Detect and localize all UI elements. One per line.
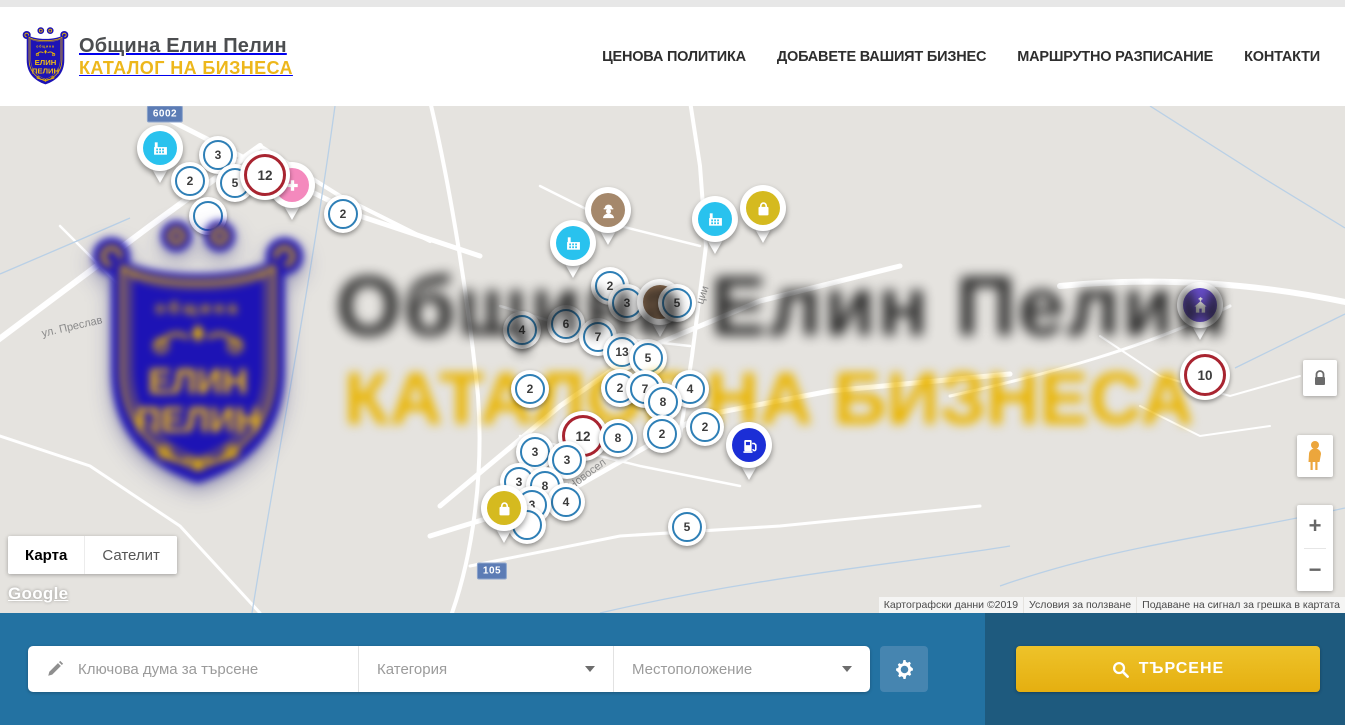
pin-head [726, 422, 772, 468]
cluster-count: 2 [647, 419, 677, 449]
cluster-count: 8 [603, 423, 633, 453]
site-title: Община Елин Пелин [79, 35, 293, 58]
location-select[interactable]: Местоположение [613, 646, 870, 692]
fuel-icon [740, 436, 759, 455]
advanced-settings-button[interactable] [880, 646, 928, 692]
category-select[interactable]: Категория [358, 646, 613, 692]
cluster-marker[interactable]: 10 [1180, 350, 1230, 400]
map-lock-button[interactable] [1303, 360, 1337, 396]
map-type-satellite-button[interactable]: Сателит [84, 536, 177, 574]
pin-head [481, 485, 527, 531]
zoom-out-button[interactable]: − [1297, 548, 1333, 591]
pin-tail [741, 466, 757, 480]
cluster-count: 3 [520, 437, 550, 467]
search-icon [1112, 661, 1129, 678]
pin-tail [496, 529, 512, 543]
nav-item-contacts[interactable]: КОНТАКТИ [1244, 49, 1320, 65]
nav-item-pricing[interactable]: ЦЕНОВА ПОЛИТИКА [602, 49, 746, 65]
pin-marker-bag[interactable] [481, 485, 527, 543]
map-viewport[interactable]: 6002105 ул. Преславбул. „Новоселции 3251… [0, 106, 1345, 613]
search-bar: Категория Местоположение ТЪРСЕНЕ [0, 613, 1345, 725]
chevron-down-icon [842, 666, 852, 672]
page: община ЕЛИН ПЕЛИН Община Елин Пелин КАТА… [0, 0, 1345, 725]
cluster-marker[interactable]: 5 [668, 508, 706, 546]
page-top-strip [0, 0, 1345, 7]
cluster-marker[interactable]: 2 [511, 370, 549, 408]
main-nav: ЦЕНОВА ПОЛИТИКА ДОБАВЕТЕ ВАШИЯТ БИЗНЕС М… [602, 49, 1320, 65]
street-view-pegman-button[interactable] [1297, 435, 1333, 477]
cluster-count: 8 [648, 387, 678, 417]
pegman-icon [1304, 440, 1326, 472]
attribution-terms-link[interactable]: Условия за ползване [1024, 597, 1136, 613]
zoom-in-button[interactable]: + [1297, 505, 1333, 548]
map-attribution: Картографски данни ©2019 Условия за полз… [879, 597, 1345, 613]
attribution-copyright: Картографски данни ©2019 [879, 597, 1023, 613]
cluster-count: 10 [1184, 354, 1226, 396]
category-select-value: Категория [377, 661, 585, 678]
keyword-segment [28, 646, 358, 692]
cluster-count: 5 [672, 512, 702, 542]
cluster-count: 2 [515, 374, 545, 404]
site-logo-link[interactable]: Община Елин Пелин КАТАЛОГ НА БИЗНЕСА [22, 26, 293, 87]
lock-icon [1312, 369, 1328, 387]
keyword-search-input[interactable] [76, 660, 358, 679]
zoom-control: + − [1297, 505, 1333, 591]
header: Община Елин Пелин КАТАЛОГ НА БИЗНЕСА ЦЕН… [0, 7, 1345, 107]
pin-marker-fuel[interactable] [726, 422, 772, 480]
bag-icon [495, 499, 514, 518]
search-submit-button[interactable]: ТЪРСЕНЕ [1016, 646, 1320, 692]
map-type-map-button[interactable]: Карта [8, 536, 84, 574]
chevron-down-icon [585, 666, 595, 672]
markers-above: 1022748221283338435 [0, 106, 1345, 613]
pencil-icon [46, 660, 64, 678]
google-logo[interactable]: Google [8, 584, 68, 604]
site-subtitle: КАТАЛОГ НА БИЗНЕСА [79, 58, 293, 79]
cluster-marker[interactable]: 4 [547, 483, 585, 521]
nav-item-add-business[interactable]: ДОБАВЕТЕ ВАШИЯТ БИЗНЕС [777, 49, 986, 65]
search-button-label: ТЪРСЕНЕ [1139, 660, 1224, 678]
location-select-value: Местоположение [632, 661, 842, 678]
gear-icon [894, 659, 915, 680]
cluster-marker[interactable]: 2 [643, 415, 681, 453]
municipality-crest-icon [22, 26, 69, 87]
nav-item-route-schedule[interactable]: МАРШРУТНО РАЗПИСАНИЕ [1017, 49, 1213, 65]
cluster-marker[interactable]: 2 [686, 408, 724, 446]
search-pill: Категория Местоположение [28, 646, 870, 692]
cluster-count: 2 [690, 412, 720, 442]
map-type-control: Карта Сателит [8, 536, 177, 574]
cluster-marker[interactable]: 8 [599, 419, 637, 457]
attribution-report-error-link[interactable]: Подаване на сигнал за грешка в картата [1137, 597, 1345, 613]
cluster-count: 4 [551, 487, 581, 517]
